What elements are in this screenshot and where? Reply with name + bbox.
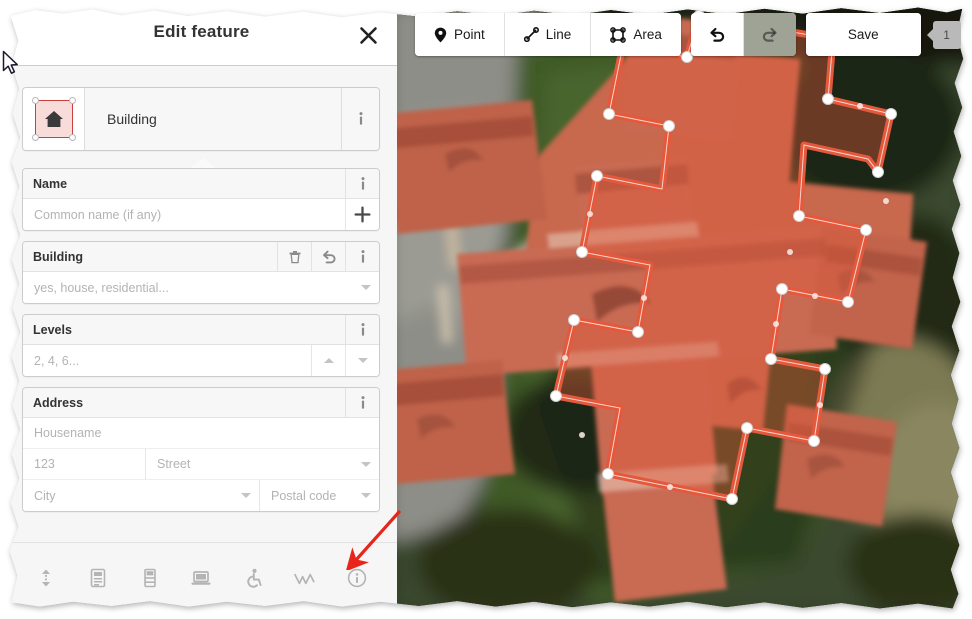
add-field-toolbar [9,542,397,609]
info-icon[interactable] [345,169,379,198]
history-group [690,13,796,56]
torn-paper-frame: Edit feature Building Name Common name (… [6,4,966,612]
map-svg [397,7,964,609]
field-label-building: Building [33,249,83,264]
field-row-housename[interactable]: Housename [23,418,379,449]
field-row-city-postcode[interactable]: City Postal code [23,480,379,511]
building-house-icon [31,97,76,141]
info-icon[interactable] [341,88,379,150]
undo-icon[interactable] [311,242,345,271]
handle-top-right [68,97,76,104]
field-row-levels[interactable]: 2, 4, 6... [23,345,379,376]
map-toolbar: Point Line Area Save 1 [415,13,961,56]
page-title: Edit feature [153,22,250,41]
chevron-up-icon[interactable] [311,345,345,376]
field-label-levels: Levels [33,322,72,337]
draw-area-label: Area [633,27,662,42]
preset-icon-cell[interactable] [23,88,85,150]
redo-icon [762,27,777,42]
edit-feature-panel: Edit feature Building Name Common name (… [9,7,397,609]
building-type-input[interactable]: yes, house, residential... [23,272,353,303]
field-row-building[interactable]: yes, house, residential... [23,272,379,303]
save-button[interactable]: Save [805,13,921,56]
field-row-name[interactable]: Common name (if any) [23,199,379,230]
field-label-address: Address [33,395,84,410]
info-icon[interactable] [345,388,379,417]
chevron-down-icon[interactable] [345,345,379,376]
save-group: Save [805,13,921,56]
undo-button[interactable] [690,13,744,56]
field-header: Address [23,388,379,418]
draw-line-label: Line [545,27,572,42]
levels-input[interactable]: 2, 4, 6... [23,345,311,376]
field-group-building: Building yes, house, residential... [22,241,380,304]
chevron-down-icon[interactable] [353,480,379,511]
field-row-housenumber-street[interactable]: 123 Street [23,449,379,480]
handle-bottom-right [68,134,76,141]
info-circle-icon[interactable] [339,560,375,596]
housenumber-input[interactable]: 123 [23,449,145,479]
field-header: Name [23,169,379,199]
description-note-icon[interactable] [80,560,116,596]
draw-line-button[interactable]: Line [504,13,592,56]
field-header: Levels [23,315,379,345]
draw-point-label: Point [454,27,485,42]
field-header: Building [23,242,379,272]
edit-count-value: 1 [943,27,950,42]
fields-list: Name Common name (if any) Building yes, … [22,168,380,522]
field-group-name: Name Common name (if any) [22,168,380,231]
preset-label: Building [85,88,341,150]
redo-button [743,13,796,56]
info-icon[interactable] [345,242,379,271]
line-segment-icon [523,27,539,42]
chevron-down-icon[interactable] [353,272,379,303]
height-arrows-icon[interactable] [28,560,64,596]
handle-top-left [31,97,39,104]
housename-input[interactable]: Housename [23,418,379,448]
close-icon[interactable] [353,20,383,50]
field-group-address: Address Housename 123 Street City Postal… [22,387,380,512]
draw-area-button[interactable]: Area [591,13,681,56]
undo-icon [710,27,725,42]
chevron-down-icon[interactable] [353,449,379,479]
save-label: Save [847,27,879,42]
screenshot-root: Edit feature Building Name Common name (… [0,0,972,619]
draw-tools-group: Point Line Area [415,13,681,56]
plus-icon[interactable] [345,199,379,230]
building-levels-icon[interactable] [132,560,168,596]
laptop-internet-icon[interactable] [183,560,219,596]
feature-type-row[interactable]: Building [22,87,380,151]
field-group-levels: Levels 2, 4, 6... [22,314,380,377]
chevron-down-icon[interactable] [233,480,259,511]
field-label-name: Name [33,176,68,191]
panel-header: Edit feature [9,7,397,66]
city-input[interactable]: City [23,480,233,511]
street-input[interactable]: Street [145,449,353,479]
map-pin-icon [434,27,447,42]
panel-notch [190,158,216,168]
postcode-input[interactable]: Postal code [259,480,353,511]
wikipedia-w-icon[interactable] [287,560,323,596]
handle-bottom-left [31,134,39,141]
wheelchair-accessibility-icon[interactable] [235,560,271,596]
area-polygon-icon [610,26,627,43]
edit-count-badge: 1 [932,20,961,49]
info-icon[interactable] [345,315,379,344]
draw-point-button[interactable]: Point [415,13,505,56]
map-canvas[interactable] [397,7,964,609]
name-input[interactable]: Common name (if any) [23,199,345,230]
trash-icon[interactable] [277,242,311,271]
